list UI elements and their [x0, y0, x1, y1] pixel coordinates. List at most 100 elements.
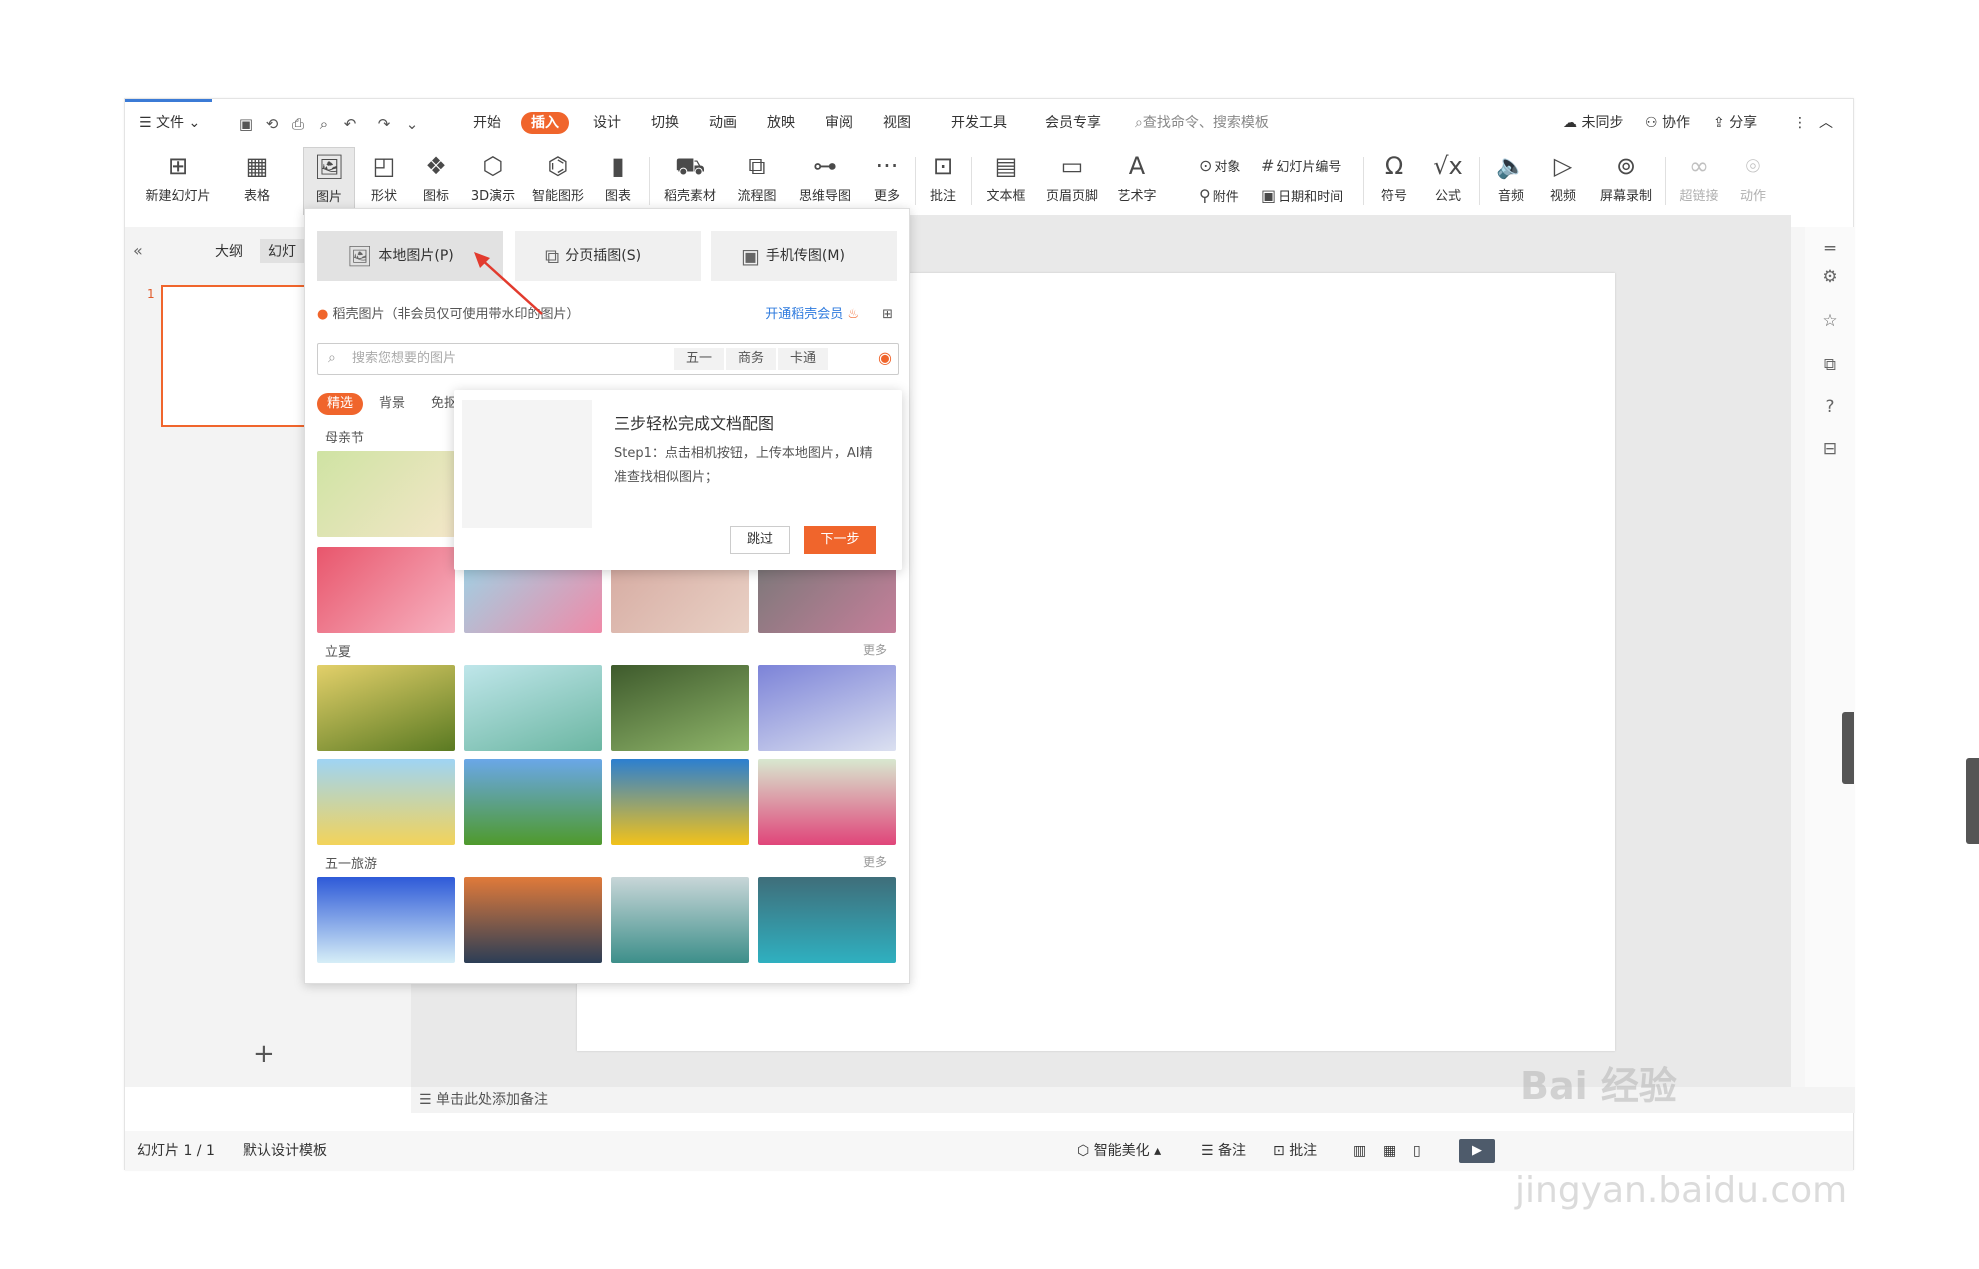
chip-wuyi[interactable]: 五一: [674, 348, 725, 370]
tab-transition[interactable]: 切换: [651, 107, 679, 139]
tab-slides[interactable]: 幻灯: [260, 239, 304, 263]
side-handle[interactable]: [1966, 758, 1979, 844]
tab-view[interactable]: 视图: [883, 107, 911, 139]
picture-button[interactable]: 🖼 图片: [303, 147, 355, 215]
tab-slideshow[interactable]: 放映: [767, 107, 795, 139]
chip-business[interactable]: 商务: [726, 348, 777, 370]
textbox-button[interactable]: ▤ 文本框: [977, 147, 1035, 215]
chip-cartoon[interactable]: 卡通: [778, 348, 829, 370]
photo-travel-2[interactable]: [464, 877, 602, 963]
print-preview-icon[interactable]: ⌕: [315, 115, 333, 133]
settings-sliders-icon[interactable]: ⚙: [1819, 267, 1841, 289]
more-button[interactable]: ··· 更多: [865, 147, 909, 215]
category-featured[interactable]: 精选: [317, 393, 364, 415]
tab-insert[interactable]: 插入: [521, 112, 569, 134]
tab-animation[interactable]: 动画: [709, 107, 737, 139]
notes-button[interactable]: ☰ 备注: [1201, 1131, 1246, 1171]
photo-summer-1[interactable]: [317, 665, 455, 751]
header-footer-button[interactable]: ▭ 页眉页脚: [1039, 147, 1105, 215]
archive-icon[interactable]: ⊟: [1819, 439, 1841, 461]
more-vertical-icon[interactable]: ⋮: [1793, 107, 1807, 139]
screen-record-button[interactable]: ⊚ 屏幕录制: [1593, 147, 1659, 215]
phone-upload-button[interactable]: ▣ 手机传图(M): [711, 231, 897, 281]
transition-icon[interactable]: ⧉: [1819, 355, 1841, 377]
docer-button[interactable]: ⛟ 稻壳素材: [657, 147, 723, 215]
side-handle[interactable]: [1842, 712, 1854, 784]
photo-travel-4[interactable]: [758, 877, 896, 963]
format-painter-icon[interactable]: ⟲: [263, 115, 281, 133]
grid-view-icon[interactable]: ▦: [1383, 1131, 1396, 1171]
grid-apps-icon[interactable]: ⊞: [882, 303, 893, 327]
attachment-button[interactable]: ⚲ 附件: [1199, 183, 1239, 209]
photo-travel-3[interactable]: [611, 877, 749, 963]
art-text-button[interactable]: A 艺术字: [1109, 147, 1165, 215]
play-icon[interactable]: ▶: [1459, 1139, 1495, 1163]
flowchart-button[interactable]: ⧉ 流程图: [729, 147, 785, 215]
tab-member[interactable]: 会员专享: [1045, 107, 1101, 139]
camera-icon[interactable]: ◉: [878, 348, 892, 367]
comment-button[interactable]: ⊡ 批注: [921, 147, 965, 215]
normal-view-icon[interactable]: ▥: [1353, 1131, 1366, 1171]
collab-button[interactable]: ⚇ 协作: [1645, 107, 1690, 139]
tab-start[interactable]: 开始: [473, 107, 501, 139]
photo-mother-1[interactable]: [317, 451, 455, 537]
tab-developer[interactable]: 开发工具: [951, 107, 1007, 139]
save-icon[interactable]: ▣: [237, 115, 255, 133]
collapse-panel-icon[interactable]: «: [133, 241, 143, 260]
add-slide-icon[interactable]: +: [253, 1039, 275, 1069]
command-search[interactable]: ⌕查找命令、搜索模板: [1135, 107, 1269, 139]
photo-summer-4[interactable]: [758, 665, 896, 751]
photo-summer-8[interactable]: [758, 759, 896, 845]
picture-search-input[interactable]: ⌕ 搜索您想要的图片 五一 商务 卡通 ◉: [317, 343, 899, 375]
photo-travel-1[interactable]: [317, 877, 455, 963]
table-button[interactable]: ▦ 表格: [235, 147, 279, 215]
photo-mother-2[interactable]: [317, 547, 455, 633]
more-link[interactable]: 更多: [863, 853, 887, 870]
template-name[interactable]: 默认设计模板: [243, 1131, 327, 1171]
audio-button[interactable]: 🔈 音频: [1487, 147, 1535, 215]
share-button[interactable]: ⇪ 分享: [1713, 107, 1757, 139]
print-icon[interactable]: ⎙: [289, 115, 307, 133]
photo-summer-7[interactable]: [611, 759, 749, 845]
tab-outline[interactable]: 大纲: [215, 241, 243, 261]
help-icon[interactable]: ?: [1819, 397, 1841, 419]
mindmap-button[interactable]: ⊶ 思维导图: [791, 147, 859, 215]
photo-summer-6[interactable]: [464, 759, 602, 845]
beautify-button[interactable]: ⬡ 智能美化 ▴: [1077, 1131, 1161, 1171]
datetime-button[interactable]: ▣ 日期和时间: [1261, 183, 1343, 209]
photo-summer-2[interactable]: [464, 665, 602, 751]
photo-summer-3[interactable]: [611, 665, 749, 751]
slide-number-button[interactable]: # 幻灯片编号: [1261, 153, 1341, 179]
action-button[interactable]: ⌾ 动作: [1731, 147, 1775, 215]
redo-icon[interactable]: ↷: [375, 115, 393, 133]
symbol-button[interactable]: Ω 符号: [1369, 147, 1419, 215]
customize-icon[interactable]: ⌄: [403, 115, 421, 133]
video-button[interactable]: ▷ 视频: [1539, 147, 1587, 215]
star-icon[interactable]: ☆: [1819, 311, 1841, 333]
sidebar-menu-icon[interactable]: ═: [1819, 239, 1841, 261]
vertical-scrollbar[interactable]: [1791, 227, 1805, 1087]
icon-button[interactable]: ❖ 图标: [413, 147, 459, 215]
shape-button[interactable]: ◰ 形状: [361, 147, 407, 215]
new-slide-button[interactable]: ⊞ 新建幻灯片: [135, 147, 221, 215]
3d-demo-button[interactable]: ⬡ 3D演示: [465, 147, 521, 215]
sync-button[interactable]: ☁ 未同步: [1563, 107, 1623, 139]
comments-button[interactable]: ⊡ 批注: [1273, 1131, 1317, 1171]
file-menu[interactable]: ☰ 文件 ⌄: [139, 107, 200, 139]
more-link[interactable]: 更多: [863, 641, 887, 658]
tab-design[interactable]: 设计: [593, 107, 621, 139]
tab-review[interactable]: 审阅: [825, 107, 853, 139]
category-background[interactable]: 背景: [379, 393, 405, 415]
collapse-ribbon-icon[interactable]: ︿: [1819, 107, 1833, 139]
smart-graphic-button[interactable]: ⌬ 智能图形: [525, 147, 591, 215]
chart-button[interactable]: ▮ 图表: [595, 147, 641, 215]
photo-summer-5[interactable]: [317, 759, 455, 845]
object-button[interactable]: ⊙ 对象: [1199, 153, 1240, 179]
hyperlink-button[interactable]: ∞ 超链接: [1671, 147, 1727, 215]
reading-view-icon[interactable]: ▯: [1413, 1131, 1421, 1171]
next-button[interactable]: 下一步: [804, 526, 876, 554]
vip-link[interactable]: 开通稻壳会员 ♨: [765, 303, 859, 327]
skip-button[interactable]: 跳过: [730, 526, 790, 554]
formula-button[interactable]: √x 公式: [1423, 147, 1473, 215]
undo-icon[interactable]: ↶: [341, 115, 359, 133]
